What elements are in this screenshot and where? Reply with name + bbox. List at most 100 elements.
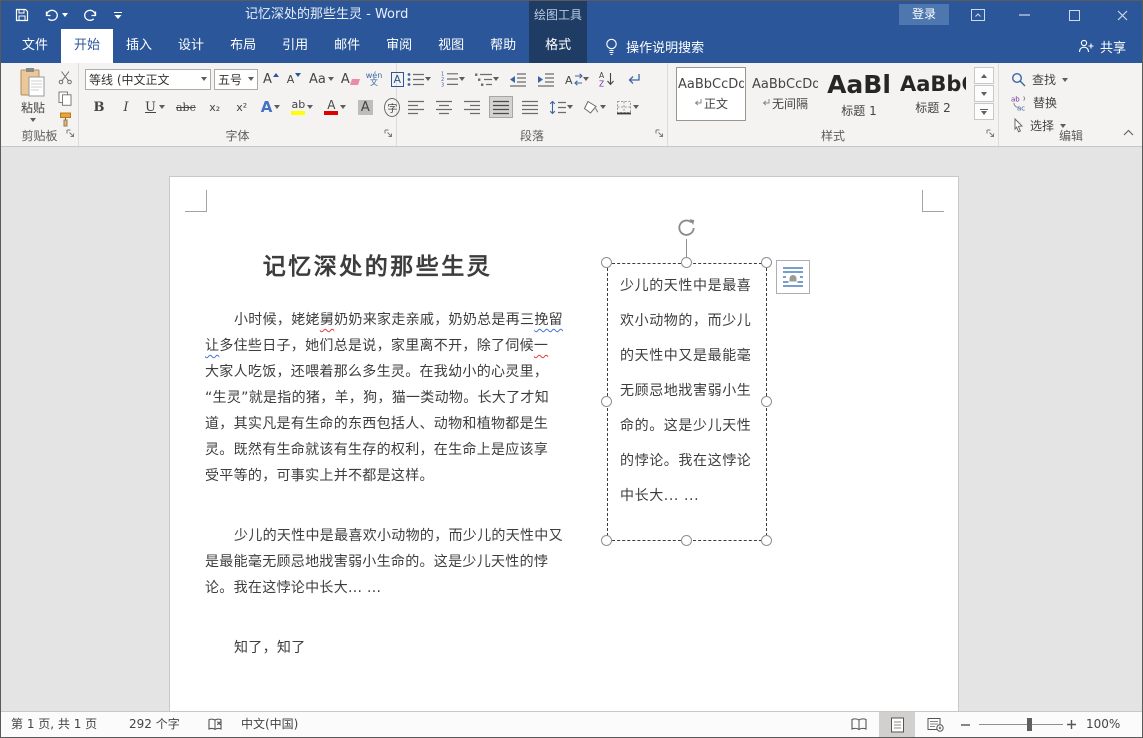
web-layout-button[interactable] [917, 712, 953, 737]
rotate-handle[interactable] [676, 218, 697, 239]
text-effects-button[interactable]: A [259, 96, 283, 118]
tab-view[interactable]: 视图 [425, 29, 477, 63]
align-left-button[interactable] [405, 96, 427, 118]
tab-help[interactable]: 帮助 [477, 29, 529, 63]
styles-scroll-up-button[interactable] [974, 67, 994, 84]
resize-handle-middle-right[interactable] [761, 396, 772, 407]
resize-handle-bottom-left[interactable] [601, 535, 612, 546]
paragraph[interactable]: 少儿的天性中是最喜欢小动物的，而少儿的天性中又是最能毫无顾忌地戕害弱小生命的。这… [205, 523, 550, 601]
resize-handle-top-right[interactable] [761, 257, 772, 268]
strikethrough-button[interactable]: abc [174, 96, 198, 118]
change-case-button[interactable]: Aa [307, 68, 336, 90]
multilevel-list-button[interactable] [473, 68, 501, 90]
resize-handle-top-middle[interactable] [681, 257, 692, 268]
numbering-button[interactable]: 123 [439, 68, 467, 90]
minimize-button[interactable] [1005, 1, 1043, 29]
bold-button[interactable]: B [89, 96, 109, 118]
paragraph-dialog-launcher[interactable] [655, 123, 664, 142]
zoom-in-button[interactable] [1059, 712, 1083, 737]
tab-file[interactable]: 文件 [9, 29, 61, 63]
layout-options-button[interactable] [776, 260, 810, 294]
tab-mailings[interactable]: 邮件 [321, 29, 373, 63]
justify-button[interactable] [489, 96, 513, 118]
read-mode-button[interactable] [841, 712, 877, 737]
undo-button[interactable] [44, 9, 68, 22]
save-button[interactable] [15, 8, 29, 22]
undo-dropdown-icon[interactable] [62, 13, 68, 17]
tell-me-search[interactable]: 操作说明搜索 [605, 29, 704, 63]
tab-insert[interactable]: 插入 [113, 29, 165, 63]
show-marks-button[interactable] [623, 68, 643, 90]
align-right-button[interactable] [461, 96, 483, 118]
sign-in-button[interactable]: 登录 [899, 4, 949, 25]
tab-layout[interactable]: 布局 [217, 29, 269, 63]
resize-handle-middle-left[interactable] [601, 396, 612, 407]
style-no-spacing[interactable]: AaBbCcDd 无间隔 [750, 67, 820, 121]
asian-layout-button[interactable]: A [563, 68, 591, 90]
shading-button[interactable] [581, 96, 608, 118]
align-center-button[interactable] [433, 96, 455, 118]
increase-indent-button[interactable] [535, 68, 557, 90]
character-shading-button[interactable]: A [355, 96, 375, 118]
paste-dropdown-icon[interactable] [30, 118, 36, 122]
line-spacing-button[interactable] [547, 96, 575, 118]
italic-button[interactable]: I [116, 96, 136, 118]
style-heading1[interactable]: AaBl 标题 1 [824, 67, 894, 121]
collapse-ribbon-button[interactable] [1123, 121, 1134, 140]
style-normal[interactable]: AaBbCcDd 正文 [676, 67, 746, 121]
resize-handle-bottom-right[interactable] [761, 535, 772, 546]
paragraph[interactable]: 小时候，姥姥舅奶奶来家走亲戚，奶奶总是再三挽留让多住些日子，她们总是说，家里离不… [205, 307, 550, 489]
phonetic-guide-button[interactable]: wén文 [364, 68, 385, 90]
grow-font-button[interactable]: A [261, 68, 281, 90]
body-paragraphs[interactable]: 小时候，姥姥舅奶奶来家走亲戚，奶奶总是再三挽留让多住些日子，她们总是说，家里离不… [205, 307, 550, 695]
bullets-button[interactable] [405, 68, 433, 90]
maximize-button[interactable] [1055, 1, 1093, 29]
tab-drawing-format[interactable]: 格式 [529, 29, 587, 63]
font-name-select[interactable]: 等线 (中文正文 [85, 69, 211, 90]
tab-design[interactable]: 设计 [165, 29, 217, 63]
font-dialog-launcher[interactable] [384, 123, 393, 142]
document-area[interactable]: 记忆深处的那些生灵 小时候，姥姥舅奶奶来家走亲戚，奶奶总是再三挽留让多住些日子，… [1, 147, 1142, 711]
paragraph[interactable]: 知了，知了 [205, 635, 550, 661]
find-button[interactable]: 查找 [1011, 71, 1068, 88]
document-title[interactable]: 记忆深处的那些生灵 [205, 247, 550, 281]
styles-scroll-down-button[interactable] [974, 85, 994, 102]
zoom-percentage[interactable]: 100% [1086, 712, 1120, 737]
clear-formatting-button[interactable]: A [339, 68, 361, 90]
underline-button[interactable]: U [143, 96, 167, 118]
tab-home[interactable]: 开始 [61, 29, 113, 63]
document-page[interactable]: 记忆深处的那些生灵 小时候，姥姥舅奶奶来家走亲戚，奶奶总是再三挽留让多住些日子，… [169, 176, 959, 711]
word-count[interactable]: 292 个字 [129, 712, 180, 737]
zoom-out-button[interactable] [953, 712, 977, 737]
resize-handle-bottom-middle[interactable] [681, 535, 692, 546]
resize-handle-top-left[interactable] [601, 257, 612, 268]
borders-button[interactable] [614, 96, 641, 118]
font-color-button[interactable]: A [322, 96, 348, 118]
print-layout-button[interactable] [879, 712, 915, 737]
zoom-slider-track[interactable] [979, 724, 1063, 725]
close-button[interactable] [1103, 1, 1141, 29]
share-button[interactable]: 共享 [1062, 29, 1142, 63]
shrink-font-button[interactable]: A [284, 68, 304, 90]
copy-button[interactable] [55, 90, 75, 106]
styles-dialog-launcher[interactable] [986, 123, 995, 142]
redo-button[interactable] [83, 9, 98, 22]
replace-button[interactable]: abac 替换 [1011, 94, 1057, 111]
text-highlight-button[interactable]: ab [289, 96, 315, 118]
page-indicator[interactable]: 第 1 页, 共 1 页 [11, 712, 97, 737]
clipboard-dialog-launcher[interactable] [66, 123, 75, 142]
styles-gallery-more-button[interactable] [974, 103, 994, 120]
decrease-indent-button[interactable] [507, 68, 529, 90]
distribute-button[interactable] [519, 96, 541, 118]
proofing-status-button[interactable] [207, 717, 224, 738]
sort-button[interactable]: AZ [597, 68, 617, 90]
font-size-select[interactable]: 五号 [214, 69, 258, 90]
language-indicator[interactable]: 中文(中国) [241, 712, 298, 737]
customize-qat-button[interactable] [113, 11, 123, 20]
ribbon-display-options-button[interactable] [959, 1, 997, 29]
zoom-slider-thumb[interactable] [1027, 718, 1032, 731]
cut-button[interactable] [55, 69, 75, 85]
superscript-button[interactable]: x² [232, 96, 252, 118]
textbox[interactable]: 少儿的天性中是最喜欢小动物的，而少儿的天性中又是最能毫无顾忌地戕害弱小生命的。这… [607, 263, 767, 541]
tab-review[interactable]: 审阅 [373, 29, 425, 63]
